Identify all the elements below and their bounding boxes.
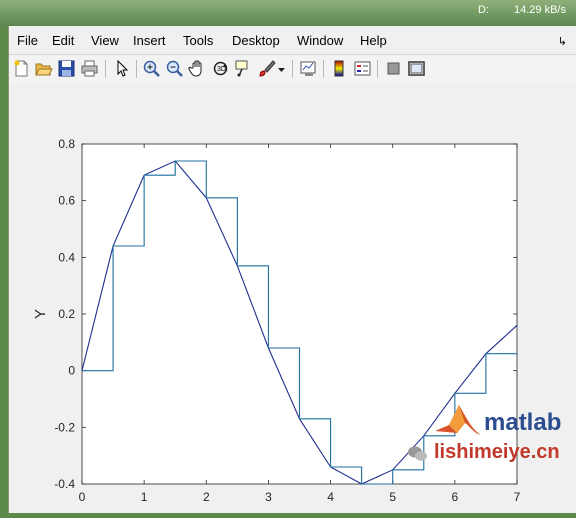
y-tick-label: 0.2 xyxy=(58,307,75,321)
watermark-site: lishimeiye.cn xyxy=(434,441,560,463)
figure-canvas: 01234567-0.4-0.200.20.40.60.8 X Y matlab… xyxy=(9,83,576,518)
dock-arrow-icon[interactable]: ↳ xyxy=(558,35,567,48)
colorbar-icon[interactable] xyxy=(330,59,349,78)
rotate-3d-icon[interactable]: 3D xyxy=(211,59,230,78)
brush-icon[interactable] xyxy=(257,59,276,78)
data-cursor-icon[interactable] xyxy=(234,59,253,78)
watermark-brand: matlab xyxy=(484,409,562,436)
hide-plot-tools-icon[interactable] xyxy=(384,59,403,78)
y-tick-label: 0.6 xyxy=(58,194,75,208)
figure-window: File Edit View Insert Tools Desktop Wind… xyxy=(8,26,576,518)
wechat-icon xyxy=(408,446,427,461)
toolbar-separator xyxy=(323,60,324,78)
svg-text:3D: 3D xyxy=(217,66,226,73)
zoom-in-icon[interactable] xyxy=(142,59,161,78)
figure-toolbar: 3D xyxy=(9,54,576,84)
menu-view[interactable]: View xyxy=(91,33,119,48)
legend-icon[interactable] xyxy=(353,59,372,78)
x-tick-label: 1 xyxy=(141,490,148,504)
new-figure-icon[interactable] xyxy=(12,59,31,78)
pan-hand-icon[interactable] xyxy=(188,59,207,78)
y-tick-label: -0.2 xyxy=(54,420,75,434)
y-tick-label: 0.8 xyxy=(58,137,75,151)
x-tick-label: 3 xyxy=(265,490,272,504)
toolbar-separator xyxy=(292,60,293,78)
zoom-out-icon[interactable] xyxy=(165,59,184,78)
menu-bar: File Edit View Insert Tools Desktop Wind… xyxy=(9,30,576,52)
menu-edit[interactable]: Edit xyxy=(52,33,74,48)
menu-tools[interactable]: Tools xyxy=(183,33,213,48)
menu-help[interactable]: Help xyxy=(360,33,387,48)
drive-label: D: xyxy=(477,4,489,16)
dropdown-arrow-icon[interactable] xyxy=(277,59,286,78)
x-tick-label: 0 xyxy=(79,490,86,504)
y-tick-label: 0.4 xyxy=(58,250,75,264)
link-plot-icon[interactable] xyxy=(299,59,318,78)
toolbar-separator xyxy=(136,60,137,78)
x-tick-label: 4 xyxy=(327,490,334,504)
print-icon[interactable] xyxy=(80,59,99,78)
toolbar-separator xyxy=(105,60,106,78)
x-tick-label: 6 xyxy=(452,490,459,504)
network-speed-readout: D: 14.29 kB/s xyxy=(478,4,566,16)
open-file-icon[interactable] xyxy=(34,59,53,78)
toolbar-separator xyxy=(377,60,378,78)
speed-value: 14.29 kB/s xyxy=(514,4,566,16)
x-tick-label: 2 xyxy=(203,490,210,504)
x-tick-label: 7 xyxy=(514,490,521,504)
matlab-logo xyxy=(435,405,481,435)
y-axis-label: Y xyxy=(32,309,49,319)
pointer-icon[interactable] xyxy=(112,59,131,78)
menu-insert[interactable]: Insert xyxy=(133,33,166,48)
menu-file[interactable]: File xyxy=(17,33,38,48)
x-tick-label: 5 xyxy=(389,490,396,504)
y-tick-label: 0 xyxy=(68,364,75,378)
save-icon[interactable] xyxy=(57,59,76,78)
menu-desktop[interactable]: Desktop xyxy=(232,33,280,48)
show-plot-tools-icon[interactable] xyxy=(407,59,426,78)
menu-window[interactable]: Window xyxy=(297,33,343,48)
y-tick-label: -0.4 xyxy=(54,477,75,491)
window-titlebar: D: 14.29 kB/s xyxy=(0,0,576,26)
